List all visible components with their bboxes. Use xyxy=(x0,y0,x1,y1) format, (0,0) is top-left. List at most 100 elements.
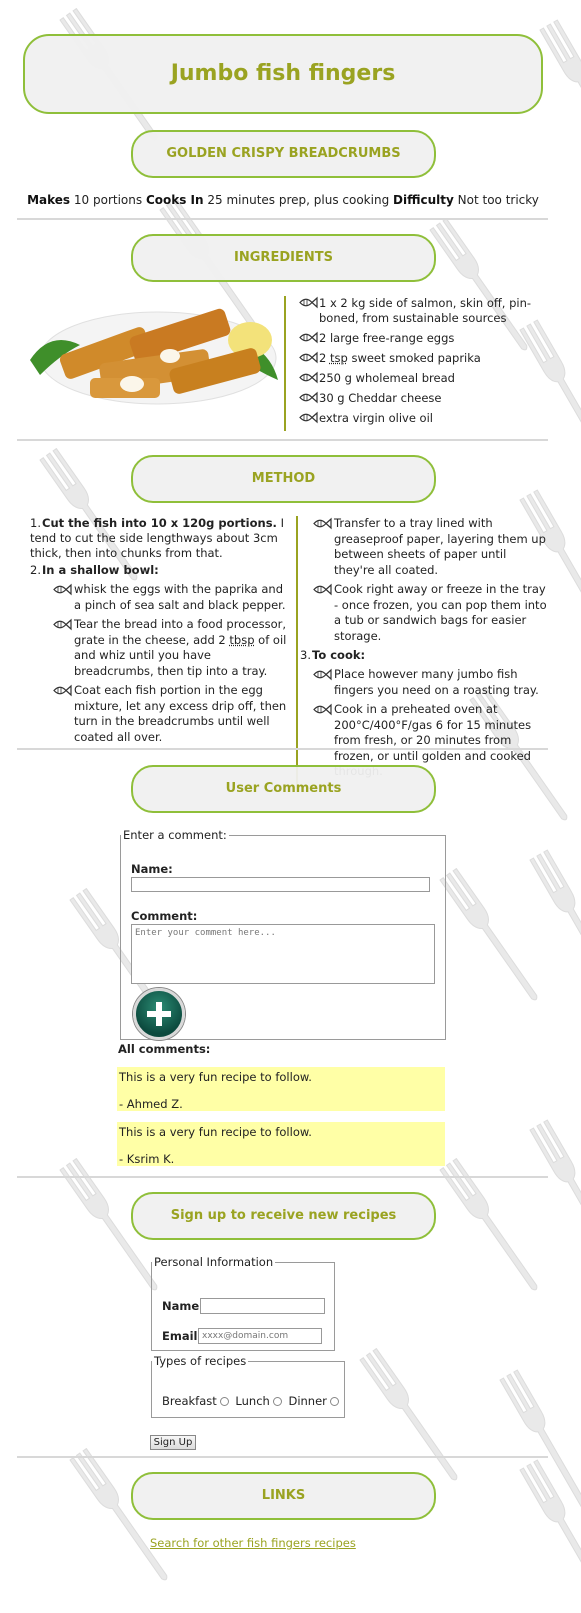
divider xyxy=(17,1456,548,1458)
list-item: 1 x 2 kg side of salmon, skin off, pin-b… xyxy=(298,296,549,326)
search-recipes-link[interactable]: Search for other fish fingers recipes xyxy=(150,1536,356,1550)
ingredient-text: 2 large free-range eggs xyxy=(319,331,455,345)
abbr-tbsp: tbsp xyxy=(229,632,255,647)
fish-icon xyxy=(313,583,332,596)
recipe-meta: Makes 10 portions Cooks In 25 minutes pr… xyxy=(0,193,566,207)
fish-icon xyxy=(313,517,332,530)
fish-icon xyxy=(299,331,318,344)
personal-info-fieldset: Personal Information Name: Email: xxxx@d… xyxy=(151,1255,335,1351)
ingredient-text: 1 x 2 kg side of salmon, skin off, pin-b… xyxy=(319,296,532,325)
substep-text: Place however many jumbo fish fingers yo… xyxy=(334,667,539,697)
type-label-lunch: Lunch xyxy=(235,1394,270,1408)
method-column-right: Transfer to a tray lined with greaseproo… xyxy=(296,516,550,784)
signup-name-label: Name: xyxy=(162,1299,204,1313)
divider xyxy=(17,748,548,750)
fish-icon xyxy=(299,296,318,309)
ingredient-text: 250 g wholemeal bread xyxy=(319,371,455,385)
comment-legend: Enter a comment: xyxy=(123,828,227,842)
list-item: 2 large free-range eggs xyxy=(298,331,549,346)
difficulty-label: Difficulty xyxy=(393,193,454,207)
step-title: To cook: xyxy=(312,648,366,662)
comment-item: This is a very fun recipe to follow. - A… xyxy=(117,1067,445,1111)
types-legend: Types of recipes xyxy=(154,1354,247,1368)
fish-icon xyxy=(53,583,72,596)
fish-icon xyxy=(299,411,318,424)
comment-author: - Ahmed Z. xyxy=(119,1097,183,1111)
comments-heading: User Comments xyxy=(131,765,436,813)
signup-name-input[interactable] xyxy=(200,1298,325,1314)
ingredient-pre: 2 xyxy=(319,351,330,365)
method-step: 2.In a shallow bowl: xyxy=(30,563,292,578)
comment-label: Comment: xyxy=(131,909,198,923)
comment-text: This is a very fun recipe to follow. xyxy=(119,1125,312,1139)
makes-label: Makes xyxy=(27,193,71,207)
comment-author: - Ksrim K. xyxy=(119,1152,175,1166)
comment-text: This is a very fun recipe to follow. xyxy=(119,1070,312,1084)
ingredients-list: 1 x 2 kg side of salmon, skin off, pin-b… xyxy=(284,296,549,431)
method-substep: Place however many jumbo fish fingers yo… xyxy=(312,667,550,698)
substep-text: whisk the eggs with the paprika and a pi… xyxy=(74,582,286,612)
sign-up-button[interactable]: Sign Up xyxy=(150,1435,196,1450)
list-item: 30 g Cheddar cheese xyxy=(298,391,549,406)
method-substep: Cook right away or freeze in the tray - … xyxy=(312,582,550,644)
method-substep: Coat each fish portion in the egg mixtur… xyxy=(52,683,292,745)
fish-icon xyxy=(53,618,72,631)
method-column-left: 1.Cut the fish into 10 x 120g portions. … xyxy=(30,516,292,749)
cooks-value: 25 minutes prep, plus cooking xyxy=(207,193,390,207)
ingredient-text: 30 g Cheddar cheese xyxy=(319,391,442,405)
comment-form: Enter a comment: Name: Comment: Enter yo… xyxy=(120,828,446,1040)
substep-text: Coat each fish portion in the egg mixtur… xyxy=(74,683,287,744)
method-substep: Tear the bread into a food processor, gr… xyxy=(52,617,292,679)
links-heading: LINKS xyxy=(131,1472,436,1520)
divider xyxy=(17,218,548,220)
recipe-types-fieldset: Types of recipes Breakfast Lunch Dinner xyxy=(151,1354,345,1418)
fish-icon xyxy=(313,703,332,716)
method-substep: Transfer to a tray lined with greaseproo… xyxy=(312,516,550,578)
divider xyxy=(17,1176,548,1178)
substep-text: Transfer to a tray lined with greaseproo… xyxy=(334,516,546,577)
step-title: Cut the fish into 10 x 120g portions. xyxy=(42,516,277,530)
makes-value: 10 portions xyxy=(73,193,143,207)
radio-breakfast[interactable] xyxy=(219,1397,229,1406)
add-comment-icon[interactable] xyxy=(133,988,185,1040)
step-number: 2. xyxy=(30,563,41,577)
fish-icon xyxy=(299,371,318,384)
step-title: In a shallow bowl: xyxy=(42,563,159,577)
substep-text: Cook right away or freeze in the tray - … xyxy=(334,582,547,643)
cooks-label: Cooks In xyxy=(145,193,204,207)
list-item: extra virgin olive oil xyxy=(298,411,549,426)
radio-lunch[interactable] xyxy=(272,1397,282,1406)
step-number: 1. xyxy=(30,516,41,530)
fish-icon xyxy=(53,684,72,697)
list-item: 250 g wholemeal bread xyxy=(298,371,549,386)
radio-dinner[interactable] xyxy=(329,1397,339,1406)
fish-icon xyxy=(299,391,318,404)
ingredient-text: extra virgin olive oil xyxy=(319,411,433,425)
ingredients-heading: INGREDIENTS xyxy=(131,234,436,282)
step-number: 3. xyxy=(300,648,311,662)
type-label-breakfast: Breakfast xyxy=(162,1394,217,1408)
divider xyxy=(17,439,548,441)
comment-item: This is a very fun recipe to follow. - K… xyxy=(117,1122,445,1166)
method-step: 3.To cook: xyxy=(300,648,550,663)
ingredient-text: sweet smoked paprika xyxy=(347,351,481,365)
difficulty-value: Not too tricky xyxy=(457,193,539,207)
name-label: Name: xyxy=(131,862,173,876)
recipe-subtitle: GOLDEN CRISPY BREADCRUMBS xyxy=(131,130,436,178)
list-item: 2 tsp sweet smoked paprika xyxy=(298,351,549,366)
recipe-type-options: Breakfast Lunch Dinner xyxy=(162,1394,339,1408)
fish-icon xyxy=(299,351,318,364)
signup-email-input[interactable]: xxxx@domain.com xyxy=(198,1328,322,1344)
method-heading: METHOD xyxy=(131,455,436,503)
comment-textarea[interactable]: Enter your comment here... xyxy=(131,924,435,984)
fish-fingers-photo xyxy=(30,308,278,405)
fish-icon xyxy=(313,668,332,681)
method-substep: whisk the eggs with the paprika and a pi… xyxy=(52,582,292,613)
all-comments-label: All comments: xyxy=(118,1042,211,1056)
recipe-title: Jumbo fish fingers xyxy=(23,34,543,114)
comment-name-input[interactable] xyxy=(131,877,430,892)
personal-legend: Personal Information xyxy=(154,1255,274,1269)
method-step: 1.Cut the fish into 10 x 120g portions. … xyxy=(30,516,292,561)
signup-heading: Sign up to receive new recipes xyxy=(131,1192,436,1240)
type-label-dinner: Dinner xyxy=(288,1394,327,1408)
